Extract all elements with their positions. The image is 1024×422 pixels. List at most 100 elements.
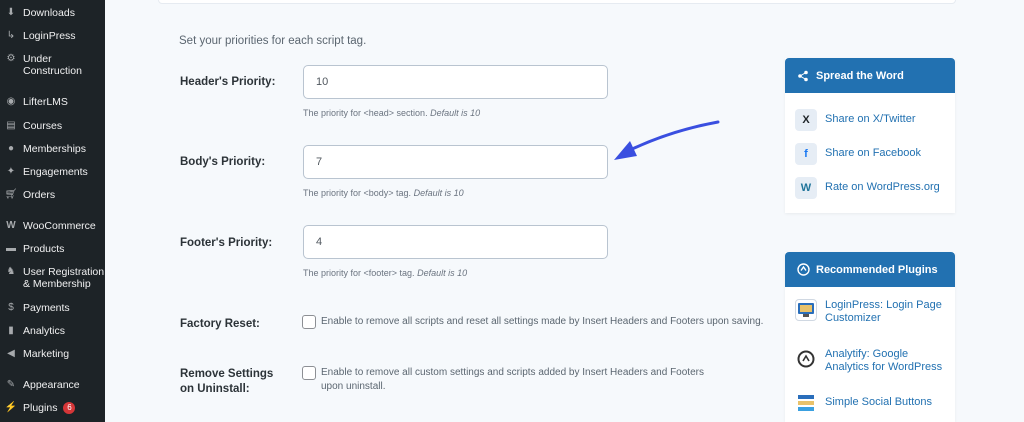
sidebar-item-label: Under Construction xyxy=(23,53,82,77)
recommended-plugins-panel: Recommended Plugins LoginPress: Login Pa… xyxy=(785,252,955,422)
help-text: The priority for <body> tag. xyxy=(303,188,412,198)
rate-wordpress-link[interactable]: W Rate on WordPress.org xyxy=(795,177,940,199)
plugins-icon: ⚡ xyxy=(4,402,18,413)
link-label: Share on Facebook xyxy=(825,147,922,159)
analytify-plugin-link[interactable]: Analytify: Google Analytics for WordPres… xyxy=(795,348,945,374)
sidebar-item-label: Engagements xyxy=(23,166,88,178)
footer-priority-input[interactable]: 4 xyxy=(303,225,608,259)
sidebar-item-under-construction[interactable]: ⚙ Under Construction xyxy=(0,53,105,77)
loginpress-plugin-icon xyxy=(795,299,817,321)
header-priority-help: The priority for <head> section. Default… xyxy=(303,108,480,118)
sidebar-item-woocommerce[interactable]: W WooCommerce xyxy=(0,220,105,232)
header-priority-input[interactable]: 10 xyxy=(303,65,608,99)
sidebar-item-orders[interactable]: 🛒︎ Orders xyxy=(0,189,105,201)
sidebar-item-appearance[interactable]: ✎ Appearance xyxy=(0,379,105,391)
spread-the-word-title: Spread the Word xyxy=(816,69,904,82)
lifterlms-icon: ◉ xyxy=(6,96,16,107)
sidebar-item-label: User Registration & Membership xyxy=(23,266,105,290)
facebook-icon: f xyxy=(795,143,817,165)
sidebar-item-label: LifterLMS xyxy=(23,96,68,108)
help-text: The priority for <head> section. xyxy=(303,108,428,118)
simple-social-buttons-icon xyxy=(795,392,817,414)
factory-reset-description: Enable to remove all scripts and reset a… xyxy=(321,316,764,327)
sidebar-item-analytics[interactable]: ▮ Analytics xyxy=(0,325,105,337)
link-label: Analytify: Google Analytics for WordPres… xyxy=(825,348,943,373)
x-twitter-icon: X xyxy=(795,109,817,131)
engagements-icon: ✦ xyxy=(6,166,16,177)
help-default: Default is 10 xyxy=(417,268,468,278)
sidebar-item-payments[interactable]: $ Payments xyxy=(0,302,105,314)
paintbrush-icon: ✎ xyxy=(6,379,16,390)
share-facebook-link[interactable]: f Share on Facebook xyxy=(795,143,921,165)
header-priority-label: Header's Priority: xyxy=(180,76,276,88)
plugins-update-badge: 6 xyxy=(63,402,76,414)
factory-reset-option[interactable]: Enable to remove all scripts and reset a… xyxy=(302,315,763,329)
factory-reset-checkbox[interactable] xyxy=(302,315,316,329)
sidebar-item-loginpress[interactable]: ↳ LoginPress xyxy=(0,30,105,42)
sidebar-item-memberships[interactable]: ● Memberships xyxy=(0,143,105,155)
downloads-icon: ⬇ xyxy=(6,7,16,18)
sidebar-item-label: Plugins xyxy=(23,402,58,414)
help-default: Default is 10 xyxy=(430,108,481,118)
footer-priority-label: Footer's Priority: xyxy=(180,237,273,249)
remove-settings-label: Remove Settings on Uninstall: xyxy=(180,368,274,395)
loginpress-icon: ↳ xyxy=(6,30,16,41)
cart-icon: 🛒︎ xyxy=(4,189,18,200)
woocommerce-icon: W xyxy=(6,220,16,231)
body-priority-input[interactable]: 7 xyxy=(303,145,608,179)
link-label: Share on X/Twitter xyxy=(825,113,916,125)
plugin-icon xyxy=(795,262,811,278)
factory-reset-label: Factory Reset: xyxy=(180,318,260,330)
sidebar-item-label: Analytics xyxy=(23,325,66,337)
sidebar-item-label: Payments xyxy=(23,302,70,314)
remove-settings-checkbox[interactable] xyxy=(302,366,316,380)
sidebar-item-courses[interactable]: ▤ Courses xyxy=(0,120,105,132)
memberships-icon: ● xyxy=(7,143,15,154)
body-priority-help: The priority for <body> tag. Default is … xyxy=(303,188,464,198)
payments-icon: $ xyxy=(8,302,14,313)
remove-settings-option[interactable]: Enable to remove all custom settings and… xyxy=(302,366,722,394)
spread-the-word-panel: Spread the Word X Share on X/Twitter f S… xyxy=(785,58,955,213)
share-icon xyxy=(795,68,811,84)
megaphone-icon: ◀ xyxy=(7,348,15,359)
loginpress-plugin-link[interactable]: LoginPress: Login Page Customizer xyxy=(795,299,945,325)
sidebar-item-label: Courses xyxy=(23,120,63,132)
share-x-twitter-link[interactable]: X Share on X/Twitter xyxy=(795,109,916,131)
analytics-icon: ▮ xyxy=(8,325,14,336)
products-icon: ▬ xyxy=(6,243,16,254)
sidebar-item-plugins[interactable]: ⚡ Plugins 6 xyxy=(0,402,105,414)
analytify-plugin-icon xyxy=(795,348,817,370)
sidebar-item-label: Products xyxy=(23,243,65,255)
sidebar-item-lifterlms[interactable]: ◉ LifterLMS xyxy=(0,96,105,108)
recommended-plugins-header: Recommended Plugins xyxy=(785,252,955,287)
link-label: Simple Social Buttons xyxy=(825,396,932,408)
sidebar-item-products[interactable]: ▬ Products xyxy=(0,243,105,255)
annotation-arrow xyxy=(614,120,720,160)
sidebar-item-label: Appearance xyxy=(23,379,80,391)
link-label: Rate on WordPress.org xyxy=(825,181,940,193)
sidebar-item-engagements[interactable]: ✦ Engagements xyxy=(0,166,105,178)
sidebar-item-user-registration[interactable]: ♞ User Registration & Membership xyxy=(0,266,105,290)
gear-icon: ⚙ xyxy=(6,53,16,64)
sidebar-item-label: Downloads xyxy=(23,7,75,19)
sidebar-item-downloads[interactable]: ⬇ Downloads xyxy=(0,7,105,19)
body-priority-label: Body's Priority: xyxy=(180,156,266,168)
help-default: Default is 10 xyxy=(413,188,464,198)
simple-social-buttons-link[interactable]: Simple Social Buttons xyxy=(795,392,932,414)
sidebar-item-label: WooCommerce xyxy=(23,220,96,232)
previous-card xyxy=(158,0,956,4)
spread-the-word-header: Spread the Word xyxy=(785,58,955,93)
user-registration-icon: ♞ xyxy=(6,266,16,277)
sidebar-item-label: LoginPress xyxy=(23,30,76,42)
link-label: LoginPress: Login Page Customizer xyxy=(825,299,942,324)
footer-priority-help: The priority for <footer> tag. Default i… xyxy=(303,268,467,278)
recommended-plugins-title: Recommended Plugins xyxy=(816,263,938,276)
help-text: The priority for <footer> tag. xyxy=(303,268,415,278)
admin-sidebar: ⬇ Downloads ↳ LoginPress ⚙ Under Constru… xyxy=(0,0,105,422)
sidebar-item-label: Memberships xyxy=(23,143,87,155)
sidebar-item-label: Marketing xyxy=(23,348,70,360)
sidebar-item-label: Orders xyxy=(23,189,56,201)
courses-icon: ▤ xyxy=(6,120,16,131)
remove-settings-description: Enable to remove all custom settings and… xyxy=(321,367,704,392)
sidebar-item-marketing[interactable]: ◀ Marketing xyxy=(0,348,105,360)
